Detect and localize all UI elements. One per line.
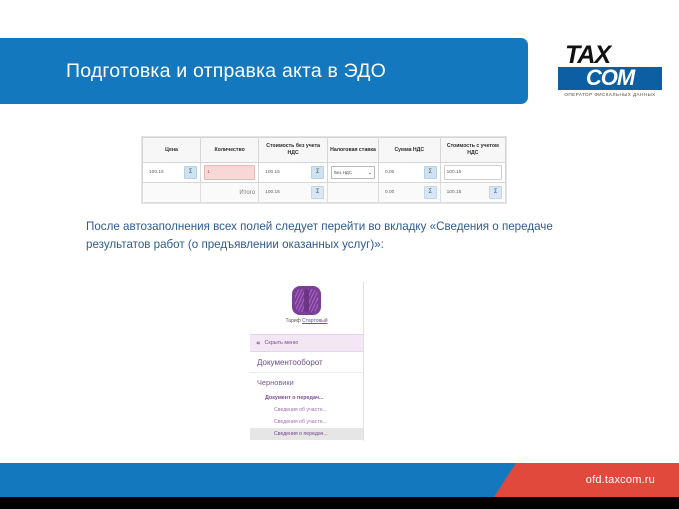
table-header-row: Цена Количество Стоимость без учета НДС …	[141, 137, 507, 163]
total-cost-without-vat-cell: 100.15 Σ	[258, 182, 329, 203]
sigma-icon[interactable]: Σ	[423, 186, 437, 199]
total-cost-with-vat-cell: 100.15 Σ	[439, 182, 507, 203]
vat-sum-input[interactable]: 0.00	[382, 165, 422, 180]
sigma-icon[interactable]: Σ	[184, 166, 198, 179]
sidebar-subitem-participant-info-1[interactable]: Сведения об участн...	[250, 404, 363, 416]
table-total-row: Итого 100.15 Σ 0.00 Σ 100.15 Σ	[141, 182, 507, 203]
column-header-cost-with-vat: Стоимость с учетом НДС	[439, 137, 507, 163]
menu-logo-area: Тариф Стартовый	[250, 282, 363, 334]
sidebar-item-document-flow[interactable]: Документооборот	[250, 352, 363, 373]
total-cost-with-vat: 100.15	[446, 190, 462, 195]
price-input[interactable]: 100.15	[146, 165, 182, 180]
sidebar-item-transfer-document[interactable]: Документ о передач...	[250, 391, 363, 404]
sigma-icon[interactable]: Σ	[311, 166, 325, 179]
column-header-vat-rate: Налоговая ставка	[327, 137, 379, 163]
cell-quantity: 1	[200, 162, 260, 183]
cell-vat-rate: Без НДС ⌄	[327, 162, 379, 183]
footer-bar: ofd.taxcom.ru	[0, 463, 679, 497]
sidebar-subitem-transfer-info[interactable]: Сведения о передач...	[250, 428, 363, 440]
sigma-icon[interactable]: Σ	[489, 186, 502, 199]
tariff-info: Тариф Стартовый	[285, 318, 327, 324]
column-header-vat-sum: Сумма НДС	[377, 137, 441, 163]
total-spacer-cell	[141, 182, 202, 203]
cost-without-vat-input[interactable]: 100.15	[262, 165, 309, 180]
invoice-table-screenshot: Цена Количество Стоимость без учета НДС …	[141, 136, 507, 204]
quantity-input[interactable]: 1	[204, 165, 256, 180]
total-vat-rate-cell	[327, 182, 379, 203]
total-label: Итого	[200, 182, 260, 203]
column-header-cost-without-vat: Стоимость без учета НДС	[258, 137, 329, 163]
logo-com-text: COM	[585, 65, 635, 90]
sidebar-subitem-participant-info-2[interactable]: Сведения об участн...	[250, 416, 363, 428]
tariff-label: Тариф	[285, 318, 301, 324]
slide-title-banner: Подготовка и отправка акта в ЭДО	[0, 38, 528, 104]
cell-cost-without-vat: 100.15 Σ	[258, 162, 329, 183]
tariff-value-link[interactable]: Стартовый	[302, 318, 327, 324]
footer-black-strip	[0, 497, 679, 509]
double-chevron-left-icon: «	[256, 339, 261, 347]
chevron-down-icon: ⌄	[367, 169, 372, 176]
page-title: Подготовка и отправка акта в ЭДО	[66, 59, 387, 82]
cost-with-vat-input[interactable]: 100.15	[443, 165, 502, 180]
sigma-icon[interactable]: Σ	[423, 166, 437, 179]
logo-subtitle: Оператор фискальных данных	[564, 92, 656, 97]
cell-vat-sum: 0.00 Σ	[377, 162, 441, 183]
total-vat-sum-cell: 0.00 Σ	[377, 182, 441, 203]
sidebar-menu-screenshot: Тариф Стартовый « Скрыть меню Документоо…	[250, 282, 364, 441]
hide-menu-button[interactable]: « Скрыть меню	[250, 334, 363, 352]
logo-com-band: COM	[558, 67, 662, 90]
column-header-quantity: Количество	[200, 137, 260, 163]
cell-price: 100.15 Σ	[141, 162, 202, 183]
sigma-icon[interactable]: Σ	[311, 186, 325, 199]
total-cost-without-vat: 100.15	[265, 190, 280, 195]
footer-url[interactable]: ofd.taxcom.ru	[586, 463, 655, 497]
hide-menu-label: Скрыть меню	[264, 340, 299, 346]
cell-cost-with-vat: 100.15	[439, 162, 507, 183]
slide-body-text: После автозаполнения всех полей следует …	[86, 220, 553, 251]
avatar	[292, 286, 321, 315]
sidebar-item-drafts[interactable]: Черновики	[250, 373, 363, 391]
vat-rate-value: Без НДС	[334, 170, 352, 175]
table-row: 100.15 Σ 1 100.15 Σ Без НДС ⌄ 0.00 Σ 100…	[141, 162, 507, 183]
vat-rate-select[interactable]: Без НДС ⌄	[331, 166, 375, 179]
column-header-price: Цена	[141, 137, 202, 163]
total-vat-sum: 0.00	[384, 190, 395, 195]
invoice-table: Цена Количество Стоимость без учета НДС …	[141, 137, 507, 203]
taxcom-logo: TAX COM Оператор фискальных данных	[558, 41, 662, 98]
logo-tax-text: TAX	[565, 41, 611, 69]
